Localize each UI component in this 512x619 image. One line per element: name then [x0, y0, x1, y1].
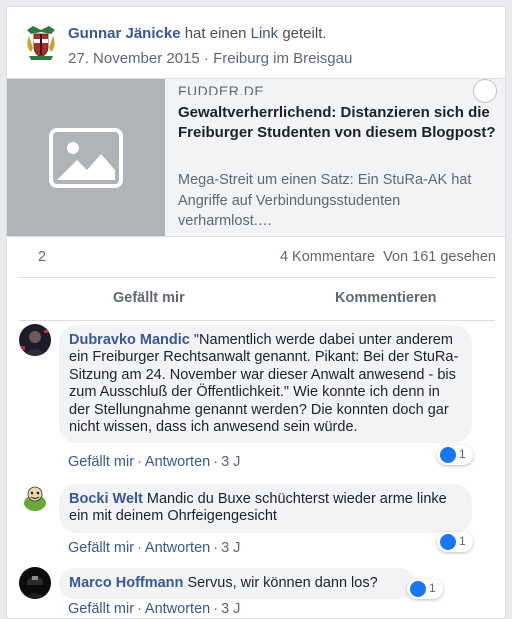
author-avatar-coat-of-arms[interactable]	[21, 22, 61, 62]
like-reaction-icon	[440, 534, 456, 550]
reaction-count: 1	[459, 534, 466, 548]
link-preview[interactable]: FUDDER.DE Gewaltverherrlichend: Distanzi…	[7, 78, 505, 237]
author-verb-end: geteilt.	[282, 25, 327, 42]
reaction-badge[interactable]: 1	[437, 445, 473, 465]
separator-dot: ·	[213, 454, 219, 470]
separator-dot: ·	[213, 540, 219, 556]
like-reaction-icon	[410, 581, 426, 597]
comment-button[interactable]: Kommentieren	[335, 290, 437, 306]
comment-actions: Gefällt mir · Antworten · 3 J	[68, 601, 240, 617]
reaction-count: 1	[459, 447, 466, 461]
comment-age[interactable]: 3 J	[221, 540, 240, 556]
author-verb: hat einen	[184, 25, 247, 42]
separator-dot: ·	[137, 454, 142, 470]
comment-like-link[interactable]: Gefällt mir	[68, 601, 134, 617]
comment-author[interactable]: Dubravko Mandic	[69, 332, 190, 348]
preview-source: FUDDER.DE	[178, 83, 265, 95]
reaction-badge[interactable]: 1	[407, 579, 443, 599]
image-placeholder-icon	[49, 127, 123, 188]
comment-age[interactable]: 3 J	[221, 601, 240, 617]
comment-text: Servus, wir können dann los?	[187, 575, 378, 591]
post-date[interactable]: 27. November 2015	[68, 50, 200, 67]
reaction-badge[interactable]: 1	[437, 532, 473, 552]
comment-bubble: Dubravko Mandic "Namentlich werde dabei …	[59, 325, 472, 444]
comment-reply-link[interactable]: Antworten	[145, 540, 210, 556]
separator-dot: ·	[213, 601, 219, 617]
author-line: Gunnar Jänicke hat einen Link geteilt.	[68, 25, 327, 42]
post-header: Gunnar Jänicke hat einen Link geteilt. 2…	[7, 7, 505, 79]
separator-dot: ·	[137, 601, 142, 617]
comment-author[interactable]: Bocki Welt	[69, 491, 143, 507]
author-name[interactable]: Gunnar Jänicke	[68, 25, 181, 42]
like-reaction-icon	[440, 447, 456, 463]
comment-view-counts: 4 Kommentare Von 161 gesehen	[280, 249, 496, 265]
comment-count[interactable]: 4 Kommentare	[280, 249, 375, 265]
like-button[interactable]: Gefällt mir	[113, 290, 185, 306]
commenter-avatar[interactable]	[19, 567, 51, 599]
comment-actions: Gefällt mir · Antworten · 3 J	[68, 540, 240, 556]
save-link-button[interactable]	[473, 79, 497, 103]
comment-like-link[interactable]: Gefällt mir	[68, 540, 134, 556]
divider	[19, 320, 495, 321]
comment-reply-link[interactable]: Antworten	[145, 454, 210, 470]
preview-thumbnail[interactable]	[7, 79, 165, 236]
post-card: Gunnar Jänicke hat einen Link geteilt. 2…	[6, 6, 506, 619]
post-location[interactable]: Freiburg im Breisgau	[213, 50, 352, 67]
post-meta: 27. November 2015 · Freiburg im Breisgau	[68, 50, 352, 67]
view-count[interactable]: Von 161 gesehen	[383, 249, 496, 265]
like-count[interactable]: 2	[38, 249, 46, 265]
preview-description: Mega-Streit um einen Satz: Ein StuRa-AK …	[178, 172, 472, 229]
comment-bubble: Bocki Welt Mandic du Buxe schüchterst wi…	[59, 484, 472, 533]
comment-author[interactable]: Marco Hoffmann	[69, 575, 183, 591]
comment-age[interactable]: 3 J	[221, 454, 240, 470]
separator-dot: ·	[137, 540, 142, 556]
comment-reply-link[interactable]: Antworten	[145, 601, 210, 617]
meta-separator: ·	[203, 50, 209, 67]
post-actions: Gefällt mir Kommentieren	[7, 278, 505, 320]
reaction-count: 1	[429, 581, 436, 595]
comment-actions: Gefällt mir · Antworten · 3 J	[68, 454, 240, 470]
commenter-avatar[interactable]	[19, 483, 51, 515]
commenter-avatar[interactable]	[19, 324, 51, 356]
comment-bubble: Marco Hoffmann Servus, wir können dann l…	[59, 568, 415, 600]
post-counts: 2 4 Kommentare Von 161 gesehen	[7, 243, 505, 277]
comment-like-link[interactable]: Gefällt mir	[68, 454, 134, 470]
link-word[interactable]: Link	[251, 25, 279, 42]
preview-title[interactable]: Gewaltverherrlichend: Distanzieren sich …	[178, 103, 498, 143]
